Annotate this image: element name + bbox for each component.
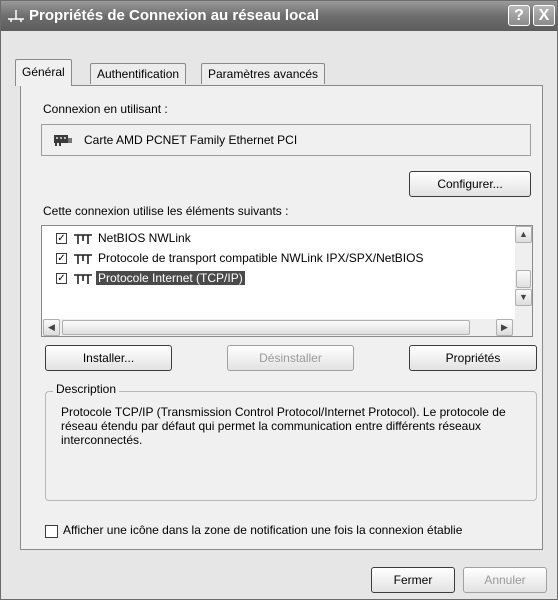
install-button[interactable]: Installer... [45, 345, 172, 371]
notification-label[interactable]: Afficher une icône dans la zone de notif… [63, 523, 462, 537]
network-connection-icon [7, 8, 25, 24]
network-card-icon [54, 134, 72, 146]
protocol-icon [73, 253, 93, 265]
tab-authentification[interactable]: Authentification [90, 63, 187, 84]
uninstall-button[interactable]: Désinstaller [227, 345, 354, 371]
scroll-left-icon[interactable]: ◀ [43, 319, 60, 336]
horizontal-scroll-thumb[interactable] [62, 320, 470, 335]
help-button[interactable]: ? [508, 5, 530, 26]
scroll-up-icon[interactable]: ▲ [515, 226, 532, 243]
configure-button[interactable]: Configurer... [409, 171, 531, 197]
scroll-right-icon[interactable]: ▶ [496, 319, 513, 336]
tab-parametres-avances[interactable]: Paramètres avancés [201, 63, 326, 84]
components-list[interactable]: ✓ NetBIOS NWLink ✓ Protocole de transpor… [41, 225, 533, 337]
protocol-icon [73, 233, 93, 245]
notification-checkbox[interactable] [45, 525, 58, 538]
tab-general[interactable]: Général [15, 59, 72, 86]
adapter-field: Carte AMD PCNET Family Ethernet PCI [41, 124, 531, 156]
scroll-down-icon[interactable]: ▼ [515, 289, 532, 306]
cancel-button[interactable]: Annuler [463, 567, 547, 593]
cancel-button-label: Annuler [484, 573, 526, 587]
close-button[interactable]: Fermer [371, 567, 455, 593]
description-text: Protocole TCP/IP (Transmission Control P… [61, 405, 506, 447]
close-button-label: Fermer [393, 573, 433, 587]
list-item-label: NetBIOS NWLink [98, 231, 191, 245]
protocol-icon [73, 273, 93, 285]
uninstall-button-label: Désinstaller [259, 351, 322, 365]
adapter-name: Carte AMD PCNET Family Ethernet PCI [84, 133, 298, 147]
title-bar[interactable]: Propriétés de Connexion au réseau local … [1, 1, 557, 31]
properties-button[interactable]: Propriétés [409, 345, 537, 371]
item-checkbox[interactable]: ✓ [56, 273, 67, 284]
connection-using-label: Connexion en utilisant : [43, 102, 168, 116]
horizontal-scrollbar[interactable]: ◀ ▶ [42, 319, 532, 336]
list-item-label-selected: Protocole Internet (TCP/IP) [96, 271, 245, 285]
properties-button-label: Propriétés [445, 351, 501, 365]
dialog-window: Propriétés de Connexion au réseau local … [0, 0, 558, 600]
install-button-label: Installer... [82, 351, 135, 365]
item-checkbox[interactable]: ✓ [56, 253, 67, 264]
close-window-button[interactable]: X [533, 5, 555, 26]
list-item-label: Protocole de transport compatible NWLink… [98, 251, 424, 265]
window-title: Propriétés de Connexion au réseau local [29, 7, 320, 24]
description-title: Description [53, 382, 120, 396]
vertical-scrollbar[interactable]: ▲ ▼ [515, 226, 532, 319]
item-checkbox[interactable]: ✓ [56, 233, 67, 244]
configure-button-label: Configurer... [437, 177, 503, 191]
vertical-scroll-thumb[interactable] [516, 270, 531, 288]
components-label: Cette connexion utilise les éléments sui… [43, 204, 289, 218]
